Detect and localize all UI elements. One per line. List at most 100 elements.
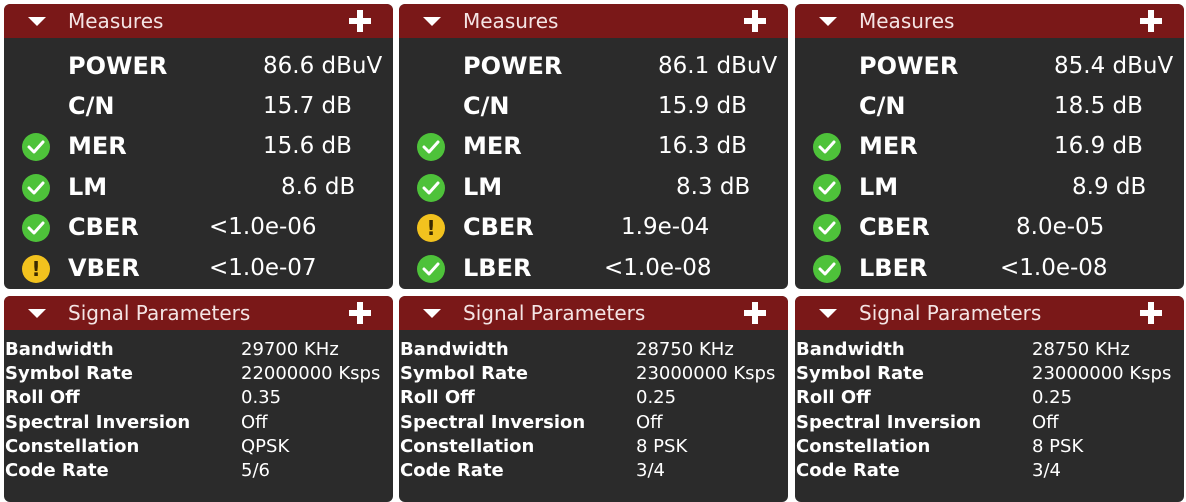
check-circle-icon — [22, 174, 50, 202]
measure-value: <1.0e-08 — [1000, 255, 1108, 281]
signal-parameter-row: Roll Off 0.35 — [4, 386, 393, 410]
measure-value: 16.3 dB — [658, 133, 747, 159]
measure-value: 85.4 dBuV — [1054, 53, 1174, 79]
measure-value: 8.9 dB — [1072, 174, 1147, 200]
plus-icon[interactable] — [349, 302, 371, 324]
measure-row: POWER 86.1 dBuV — [399, 48, 788, 84]
parameter-value: 0.25 — [1032, 387, 1073, 408]
measure-name: VBER — [68, 254, 140, 282]
measure-value: 8.0e-05 — [1016, 214, 1105, 240]
parameter-value: 28750 KHz — [1032, 339, 1130, 360]
measures-title: Measures — [859, 9, 955, 33]
plus-icon[interactable] — [744, 302, 766, 324]
signal-parameter-row: Constellation 8 PSK — [399, 435, 788, 459]
measure-row: CBER 8.0e-05 — [795, 209, 1184, 245]
parameter-name: Bandwidth — [796, 339, 905, 360]
plus-icon[interactable] — [1140, 10, 1162, 32]
parameter-value: 3/4 — [1032, 460, 1061, 481]
caret-down-icon[interactable] — [28, 309, 46, 318]
signal-parameters-header[interactable]: Signal Parameters — [4, 296, 393, 330]
measure-value: 1.9e-04 — [621, 214, 710, 240]
signal-parameter-row: Bandwidth 28750 KHz — [399, 338, 788, 362]
measure-name: LBER — [859, 254, 928, 282]
parameter-name: Symbol Rate — [400, 363, 528, 384]
measures-header[interactable]: Measures — [4, 4, 393, 38]
parameter-name: Symbol Rate — [796, 363, 924, 384]
parameter-value: 8 PSK — [1032, 436, 1084, 457]
parameter-name: Roll Off — [796, 387, 871, 408]
measure-value: 15.9 dB — [658, 93, 747, 119]
parameter-name: Bandwidth — [400, 339, 509, 360]
measure-row: LM 8.6 dB — [4, 169, 393, 205]
caret-down-icon[interactable] — [819, 17, 837, 26]
parameter-name: Code Rate — [796, 460, 900, 481]
plus-icon[interactable] — [744, 10, 766, 32]
parameter-value: 23000000 Ksps — [1032, 363, 1172, 384]
plus-icon[interactable] — [1140, 302, 1162, 324]
parameter-value: Off — [636, 412, 663, 433]
measure-row: LM 8.3 dB — [399, 169, 788, 205]
measures-card: Measures POWER 86.1 dBuV C/N 15.9 dB MER 16.3 … — [399, 4, 788, 289]
caret-down-icon[interactable] — [423, 309, 441, 318]
signal-parameter-row: Bandwidth 28750 KHz — [795, 338, 1184, 362]
parameter-value: Off — [241, 412, 268, 433]
check-circle-icon — [417, 255, 445, 283]
check-circle-icon — [813, 174, 841, 202]
measure-value: 86.6 dBuV — [263, 53, 383, 79]
signal-parameter-row: Symbol Rate 22000000 Ksps — [4, 362, 393, 386]
measure-value: 8.6 dB — [281, 174, 356, 200]
check-circle-icon — [22, 133, 50, 161]
parameter-value: 29700 KHz — [241, 339, 339, 360]
measurement-panel-2: Measures POWER 86.1 dBuV C/N 15.9 dB MER 16.3 … — [399, 0, 789, 502]
plus-icon[interactable] — [349, 10, 371, 32]
signal-parameter-row: Roll Off 0.25 — [399, 386, 788, 410]
measure-name: LBER — [463, 254, 532, 282]
parameter-name: Constellation — [5, 436, 140, 457]
signal-parameters-title: Signal Parameters — [463, 301, 646, 325]
signal-parameter-row: Code Rate 5/6 — [4, 459, 393, 483]
measure-value: 15.6 dB — [263, 133, 352, 159]
check-circle-icon — [22, 214, 50, 242]
measure-row: MER 16.3 dB — [399, 128, 788, 164]
parameter-value: 8 PSK — [636, 436, 688, 457]
measure-row: ! VBER <1.0e-07 — [4, 250, 393, 286]
check-circle-icon — [813, 133, 841, 161]
measure-name: CBER — [463, 213, 534, 241]
signal-parameters-header[interactable]: Signal Parameters — [399, 296, 788, 330]
signal-parameter-row: Constellation 8 PSK — [795, 435, 1184, 459]
measure-name: MER — [463, 132, 522, 160]
signal-parameters-header[interactable]: Signal Parameters — [795, 296, 1184, 330]
measure-value: 86.1 dBuV — [658, 53, 778, 79]
measures-header[interactable]: Measures — [399, 4, 788, 38]
exclamation-circle-icon: ! — [22, 255, 50, 283]
signal-parameter-row: Code Rate 3/4 — [795, 459, 1184, 483]
parameter-value: Off — [1032, 412, 1059, 433]
measure-name: C/N — [463, 92, 510, 120]
measure-name: MER — [68, 132, 127, 160]
measures-title: Measures — [68, 9, 164, 33]
measure-row: POWER 86.6 dBuV — [4, 48, 393, 84]
caret-down-icon[interactable] — [28, 17, 46, 26]
parameter-value: 0.25 — [636, 387, 677, 408]
measure-value: <1.0e-07 — [209, 255, 317, 281]
caret-down-icon[interactable] — [423, 17, 441, 26]
signal-parameter-row: Bandwidth 29700 KHz — [4, 338, 393, 362]
parameter-value: 22000000 Ksps — [241, 363, 381, 384]
measures-card: Measures POWER 86.6 dBuV C/N 15.7 dB MER 15.6 … — [4, 4, 393, 289]
signal-parameters-title: Signal Parameters — [68, 301, 251, 325]
parameter-name: Roll Off — [5, 387, 80, 408]
measure-row: MER 15.6 dB — [4, 128, 393, 164]
signal-parameter-row: Roll Off 0.25 — [795, 386, 1184, 410]
check-circle-icon — [813, 255, 841, 283]
measure-value: 18.5 dB — [1054, 93, 1143, 119]
caret-down-icon[interactable] — [819, 309, 837, 318]
measure-name: LM — [463, 173, 503, 201]
check-circle-icon — [417, 133, 445, 161]
parameter-name: Bandwidth — [5, 339, 114, 360]
measure-row: C/N 15.7 dB — [4, 88, 393, 124]
exclamation-circle-icon: ! — [417, 214, 445, 242]
parameter-value: 23000000 Ksps — [636, 363, 776, 384]
measures-header[interactable]: Measures — [795, 4, 1184, 38]
parameter-value: 5/6 — [241, 460, 270, 481]
measure-name: LM — [68, 173, 108, 201]
